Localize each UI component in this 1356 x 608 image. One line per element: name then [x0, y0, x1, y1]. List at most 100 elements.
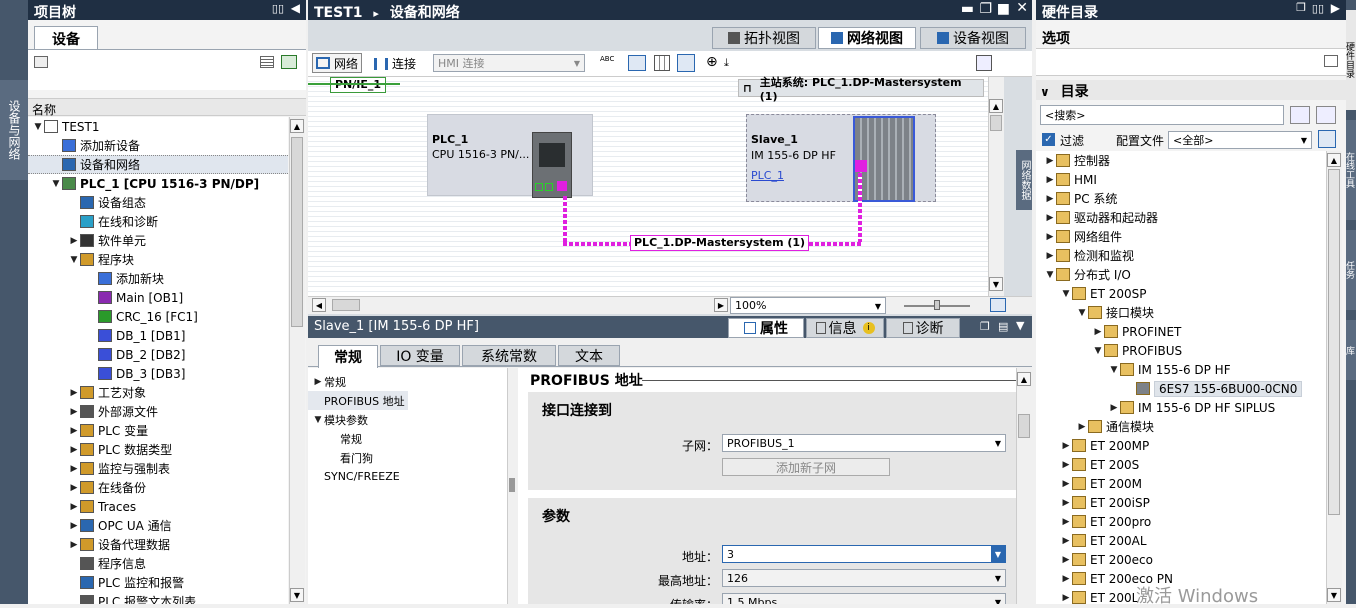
transmission-rate-select[interactable]: 1.5 Mbps ▼ — [722, 593, 1006, 604]
tree-item[interactable]: DB_3 [DB3] — [28, 364, 288, 383]
catalog-scroll-down[interactable]: ▼ — [1327, 588, 1341, 602]
subnet-select[interactable]: PROFIBUS_1 ▼ — [722, 434, 1006, 452]
tree-item[interactable]: 添加新块 — [28, 269, 288, 288]
max-address-select[interactable]: 126 ▼ — [722, 569, 1006, 587]
master-system-label[interactable]: ⊓ 主站系统: PLC_1.DP-Mastersystem (1) — [738, 76, 984, 103]
right-vtab[interactable]: 库 — [1346, 320, 1356, 380]
catalog-restore-icon[interactable]: ❐ — [1296, 1, 1306, 14]
props-list-icon[interactable]: ▤ — [998, 320, 1008, 333]
tree-item[interactable]: ▶ 监控与强制表 — [28, 459, 288, 478]
collapsed-icon[interactable]: ▶ — [1060, 460, 1072, 470]
collapsed-icon[interactable]: ▶ — [68, 464, 80, 474]
props-nav-item[interactable]: PROFIBUS 地址 — [308, 391, 408, 410]
props-collapse-icon[interactable]: ▼ — [1016, 319, 1024, 332]
tab-properties[interactable]: 属性 — [728, 318, 804, 338]
expanded-icon[interactable]: ▼ — [1060, 289, 1072, 299]
tree-item[interactable]: DB_1 [DB1] — [28, 326, 288, 345]
collapsed-icon[interactable]: ▶ — [1060, 574, 1072, 584]
collapse-left-icon[interactable]: ◀ — [291, 1, 300, 15]
catalog-item[interactable]: ▶ ET 200pro — [1036, 512, 1152, 531]
vtab-devices-networks[interactable]: 设备与网络 — [0, 80, 28, 180]
canvas-scroll-right[interactable]: ▶ — [714, 298, 728, 312]
overview-icon[interactable] — [990, 298, 1006, 312]
catalog-section-header[interactable]: ∨ 目录 — [1036, 80, 1346, 100]
restore-icon[interactable]: ❐ — [979, 1, 992, 17]
slave-device-box[interactable]: Slave_1 IM 155-6 DP HF PLC_1 — [746, 114, 936, 202]
collapsed-icon[interactable]: ▶ — [1044, 213, 1056, 223]
catalog-item[interactable]: ▶ ET 200iSP — [1036, 493, 1150, 512]
catalog-item[interactable]: ▶ ET 200eco — [1036, 550, 1153, 569]
print-icon[interactable] — [976, 55, 992, 71]
right-vtab[interactable]: 在线工具 — [1346, 120, 1356, 220]
collapsed-icon[interactable]: ▶ — [1060, 593, 1072, 603]
nav-splitter[interactable] — [508, 368, 516, 604]
collapsed-icon[interactable]: ▶ — [1044, 251, 1056, 261]
options-toggle-icon[interactable] — [1324, 55, 1338, 67]
subtab-general[interactable]: 常规 — [318, 345, 378, 368]
props-nav-item[interactable]: 常规 — [308, 429, 362, 448]
slave-master-link[interactable]: PLC_1 — [751, 169, 784, 182]
catalog-item[interactable]: ▶ 网络组件 — [1036, 227, 1122, 246]
grid-icon[interactable] — [34, 56, 48, 68]
props-scroll-thumb[interactable] — [1018, 414, 1030, 438]
collapsed-icon[interactable]: ▶ — [68, 407, 80, 417]
close-icon[interactable]: ✕ — [1016, 0, 1028, 16]
collapsed-icon[interactable]: ▶ — [1044, 175, 1056, 185]
canvas-v-scrollbar[interactable]: ▲ ▼ — [988, 77, 1004, 296]
subtab-system-constants[interactable]: 系统常数 — [462, 345, 556, 366]
network-mode-button[interactable]: 网络 — [312, 53, 363, 73]
expanded-icon[interactable]: ▼ — [1092, 346, 1104, 356]
tree-item[interactable]: ▶ 外部源文件 — [28, 402, 288, 421]
catalog-search-input[interactable]: <搜索> — [1040, 105, 1284, 125]
scroll-thumb[interactable] — [291, 137, 303, 327]
props-nav-item[interactable]: SYNC/FREEZE — [308, 467, 400, 486]
catalog-item[interactable]: ▶ ET 200MP — [1036, 436, 1150, 455]
vtab-network-data[interactable]: 网络数据 — [1016, 150, 1032, 210]
tree-item[interactable]: ▶ 软件单元 — [28, 231, 288, 250]
search-down-icon[interactable] — [1290, 106, 1310, 124]
tab-network-view[interactable]: 网络视图 — [818, 27, 916, 49]
tree-item[interactable]: ▶ OPC UA 通信 — [28, 516, 288, 535]
collapsed-icon[interactable]: ▶ — [1092, 327, 1104, 337]
props-restore-icon[interactable]: ❐ — [980, 320, 990, 333]
tab-diagnostics[interactable]: 诊断 — [886, 318, 960, 338]
connect-button[interactable]: 连接 — [374, 55, 416, 72]
profile-action-icon[interactable] — [1318, 130, 1336, 148]
catalog-item[interactable]: ▼ 接口模块 — [1036, 303, 1154, 322]
catalog-item[interactable]: ▼ ET 200SP — [1036, 284, 1147, 303]
tree-item[interactable]: ▶ 设备代理数据 — [28, 535, 288, 554]
expanded-icon[interactable]: ▼ — [1076, 308, 1088, 318]
tree-item[interactable]: ▼ PLC_1 [CPU 1516-3 PN/DP] — [28, 174, 288, 193]
collapsed-icon[interactable]: ▶ — [68, 426, 80, 436]
tree-item[interactable]: ▶ 工艺对象 — [28, 383, 288, 402]
collapsed-icon[interactable]: ▶ — [68, 502, 80, 512]
catalog-item[interactable]: ▶ 驱动器和起动器 — [1036, 208, 1158, 227]
table-icon[interactable] — [654, 55, 670, 71]
collapsed-icon[interactable]: ▶ — [1060, 498, 1072, 508]
tree-item[interactable]: 程序信息 — [28, 554, 288, 573]
tab-topology-view[interactable]: 拓扑视图 — [712, 27, 816, 49]
canvas-scroll-up[interactable]: ▲ — [989, 99, 1003, 113]
collapsed-icon[interactable]: ▶ — [1060, 517, 1072, 527]
props-nav-item[interactable]: ▶ 常规 — [308, 372, 346, 391]
tree-item[interactable]: Main [OB1] — [28, 288, 288, 307]
tree-item[interactable]: 设备和网络 — [28, 155, 288, 174]
plc-device-box[interactable]: PLC_1 CPU 1516-3 PN/... — [427, 114, 593, 198]
tree-item[interactable]: ▶ Traces — [28, 497, 288, 516]
props-nav-item[interactable]: 看门狗 — [308, 448, 373, 467]
address-select[interactable]: 3 ▼ — [722, 545, 1006, 563]
tab-devices[interactable]: 设备 — [34, 26, 98, 50]
tree-item[interactable]: PLC 监控和报警 — [28, 573, 288, 592]
canvas-scroll-left[interactable]: ◀ — [312, 298, 326, 312]
collapsed-icon[interactable]: ▶ — [68, 483, 80, 493]
catalog-item[interactable]: ▶ 检测和监视 — [1036, 246, 1134, 265]
right-vtab[interactable]: 任务 — [1346, 230, 1356, 310]
catalog-scroll-up[interactable]: ▲ — [1327, 153, 1341, 167]
minimize-icon[interactable]: ▬ — [961, 1, 974, 17]
catalog-item[interactable]: ▶ 控制器 — [1036, 151, 1110, 170]
canvas-scroll-down[interactable]: ▼ — [989, 277, 1003, 291]
props-nav-item[interactable]: ▼ 模块参数 — [308, 410, 368, 429]
catalog-item[interactable]: ▶ PC 系统 — [1036, 189, 1117, 208]
tree-item[interactable]: 在线和诊断 — [28, 212, 288, 231]
collapsed-icon[interactable]: ▶ — [1060, 536, 1072, 546]
